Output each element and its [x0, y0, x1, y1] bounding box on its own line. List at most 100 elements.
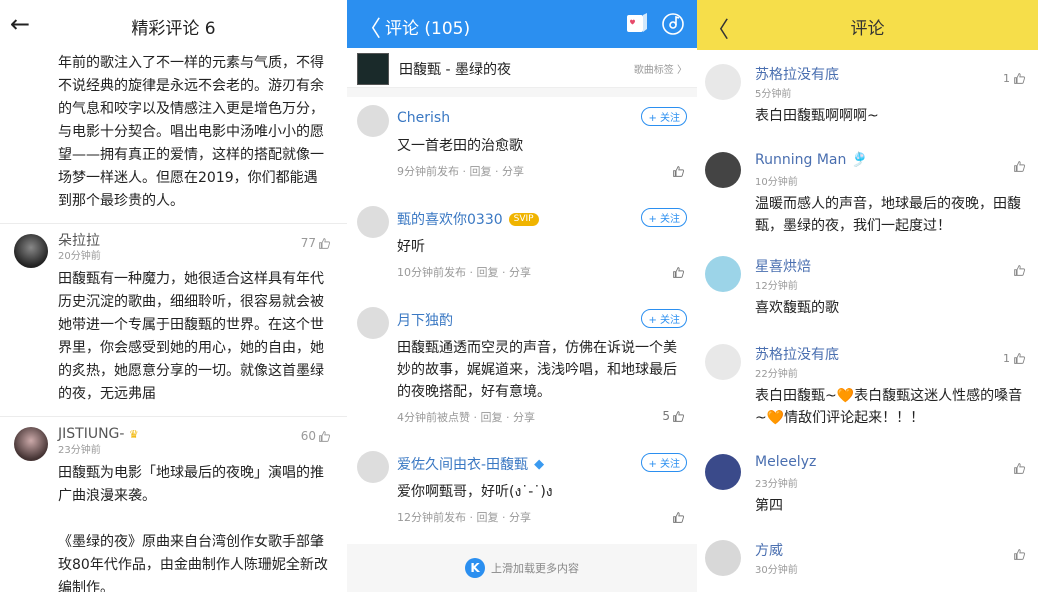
comment-item: 甄的喜欢你0330 SVIP + 关注 好听 10分钟前发布 · 回复 · 分享 — [347, 198, 697, 299]
comments-panel-2: 〈 评论 (105) 田馥甄 - 墨绿的夜 歌曲标签 〉 Cherish + 关… — [347, 0, 697, 592]
avatar[interactable] — [14, 234, 48, 268]
like-button[interactable] — [1010, 548, 1026, 561]
comment-item: Meleelyz 23分钟前 第四 — [697, 440, 1038, 526]
comment-time: 10分钟前发布 — [397, 266, 466, 279]
comment-time: 4分钟前被点赞 — [397, 411, 470, 424]
avatar[interactable] — [357, 307, 389, 339]
like-button[interactable] — [1010, 160, 1026, 173]
comment-item: 月下独酌 + 关注 田馥甄通透而空灵的声音，仿佛在诉说一个美妙的故事，娓娓道来，… — [347, 299, 697, 443]
load-more-hint: K 上滑加载更多内容 — [347, 558, 697, 578]
like-button[interactable]: 1 — [1003, 352, 1026, 365]
comment-time: 20分钟前 — [58, 251, 101, 262]
follow-button[interactable]: + 关注 — [641, 309, 687, 328]
comments-panel-3: 〈 评论 苏格拉没有底 5分钟前 1 表白田馥甄啊啊啊~ Running Man… — [697, 0, 1038, 592]
thumbs-up-icon — [672, 511, 685, 524]
page-title: 精彩评论 6 — [131, 19, 216, 39]
username[interactable]: 苏格拉没有底 — [755, 64, 839, 84]
thumbs-up-icon — [1013, 160, 1026, 173]
comment-text: 温暖而感人的声音，地球最后的夜晚，田馥甄，墨绿的夜，我们一起度过！ — [755, 196, 1021, 234]
avatar[interactable] — [357, 451, 389, 483]
avatar[interactable] — [705, 344, 741, 380]
share-button[interactable]: 分享 — [513, 411, 535, 424]
username[interactable]: 苏格拉没有底 — [755, 344, 839, 364]
username[interactable]: 星喜烘焙 — [755, 256, 811, 276]
album-cover — [357, 53, 389, 85]
like-count: 60 — [300, 429, 316, 443]
follow-button[interactable]: + 关注 — [641, 453, 687, 472]
crown-icon: ♛ — [128, 428, 139, 441]
avatar[interactable] — [14, 427, 48, 461]
back-chevron-icon[interactable]: 〈 — [359, 11, 381, 43]
comment-item: 方威 30分钟前 — [697, 526, 1038, 586]
song-info-bar[interactable]: 田馥甄 - 墨绿的夜 歌曲标签 〉 — [347, 48, 697, 88]
comment-text: 表白田馥甄啊啊啊~ — [755, 108, 879, 124]
reply-button[interactable]: 回复 — [477, 266, 499, 279]
comment-time: 23分钟前 — [755, 479, 798, 490]
comment-meta: 9分钟前发布 · 回复 · 分享 — [397, 165, 524, 178]
comment-meta: 10分钟前发布 · 回复 · 分享 — [397, 266, 531, 279]
thumbs-up-icon — [318, 237, 331, 250]
avatar[interactable] — [705, 256, 741, 292]
song-tag-link[interactable]: 歌曲标签 〉 — [634, 61, 687, 76]
comment-text: 田馥甄通透而空灵的声音，仿佛在诉说一个美妙的故事，娓娓道来，浅浅吟唱，和地球最后… — [397, 340, 677, 400]
username[interactable]: 方威 — [755, 540, 783, 560]
like-button[interactable] — [670, 266, 685, 279]
avatar[interactable] — [705, 454, 741, 490]
like-button[interactable] — [1010, 264, 1026, 277]
comment-text: 喜欢馥甄的歌 — [755, 300, 839, 316]
username[interactable]: Running Man 🎐 — [755, 152, 868, 168]
comments-panel-1: ← 精彩评论 6 年前的歌注入了不一样的元素与气质，不得不说经典的旋律是永远不会… — [0, 0, 347, 592]
heart-card-icon[interactable] — [625, 12, 649, 34]
page-title: 评论 — [850, 19, 885, 39]
username-text: 甄的喜欢你0330 — [397, 212, 503, 228]
like-button[interactable]: 60 — [301, 429, 331, 443]
reply-button[interactable]: 回复 — [470, 165, 492, 178]
avatar[interactable] — [705, 64, 741, 100]
load-more-text: 上滑加载更多内容 — [491, 562, 579, 575]
thumbs-up-icon — [1013, 462, 1026, 475]
like-button[interactable]: 77 — [301, 236, 331, 250]
comment-time: 12分钟前 — [755, 281, 798, 292]
comment-text: 爱你啊甄哥，好听(ง˙-˙)ง — [397, 484, 553, 500]
song-title: 田馥甄 - 墨绿的夜 — [399, 62, 511, 78]
like-count: 1 — [1003, 72, 1010, 85]
like-button[interactable]: 1 — [1003, 72, 1026, 85]
comment-item: 星喜烘焙 12分钟前 喜欢馥甄的歌 — [697, 242, 1038, 330]
share-button[interactable]: 分享 — [502, 165, 524, 178]
page-title: 评论 (105) — [385, 19, 471, 39]
username-text: 月下独酌 — [397, 313, 453, 329]
comment-item: 爱佐久间由衣-田馥甄 ◆ + 关注 爱你啊甄哥，好听(ง˙-˙)ง 12分钟前发布… — [347, 443, 697, 544]
follow-button[interactable]: + 关注 — [641, 107, 687, 126]
like-button[interactable] — [1010, 462, 1026, 475]
thumbs-up-icon — [1013, 548, 1026, 561]
thumbs-up-icon — [672, 266, 685, 279]
comment-item: 苏格拉没有底 22分钟前 1 表白田馥甄~🧡表白馥甄这迷人性感的嗓音~🧡情敌们评… — [697, 330, 1038, 440]
music-disc-icon[interactable] — [661, 12, 685, 36]
comment-time: 5分钟前 — [755, 89, 792, 100]
follow-button[interactable]: + 关注 — [641, 208, 687, 227]
share-button[interactable]: 分享 — [509, 511, 531, 524]
like-button[interactable]: 5 — [662, 409, 685, 423]
avatar[interactable] — [705, 540, 741, 576]
reply-button[interactable]: 回复 — [481, 411, 503, 424]
comment-meta: 4分钟前被点赞 · 回复 · 分享 — [397, 411, 535, 424]
comment-item: 朵拉拉 20分钟前 77 田馥甄有一种魔力，她很适合这样具有年代历史沉淀的歌曲，… — [0, 224, 347, 406]
reply-button[interactable]: 回复 — [477, 511, 499, 524]
comment-meta: 12分钟前发布 · 回复 · 分享 — [397, 511, 531, 524]
comment-text: 田馥甄有一种魔力，她很适合这样具有年代历史沉淀的歌曲，细细聆听，很容易就会被她带… — [58, 271, 324, 402]
username[interactable]: Meleelyz — [755, 454, 816, 470]
thumbs-up-icon — [672, 165, 685, 178]
avatar[interactable] — [357, 206, 389, 238]
like-button[interactable] — [670, 165, 685, 178]
comment-text: 又一首老田的治愈歌 — [397, 138, 523, 154]
username-text: JISTIUNG- — [58, 426, 125, 442]
share-button[interactable]: 分享 — [509, 266, 531, 279]
avatar[interactable] — [357, 105, 389, 137]
thumbs-up-icon — [1013, 352, 1026, 365]
kugou-logo-icon: K — [465, 558, 485, 578]
avatar[interactable] — [705, 152, 741, 188]
panel1-header: ← 精彩评论 6 — [0, 0, 347, 50]
comment-text: 田馥甄为电影「地球最后的夜晚」演唱的推广曲浪漫来袭。 — [58, 465, 324, 504]
thumbs-up-icon — [672, 410, 685, 423]
like-button[interactable] — [670, 511, 685, 524]
